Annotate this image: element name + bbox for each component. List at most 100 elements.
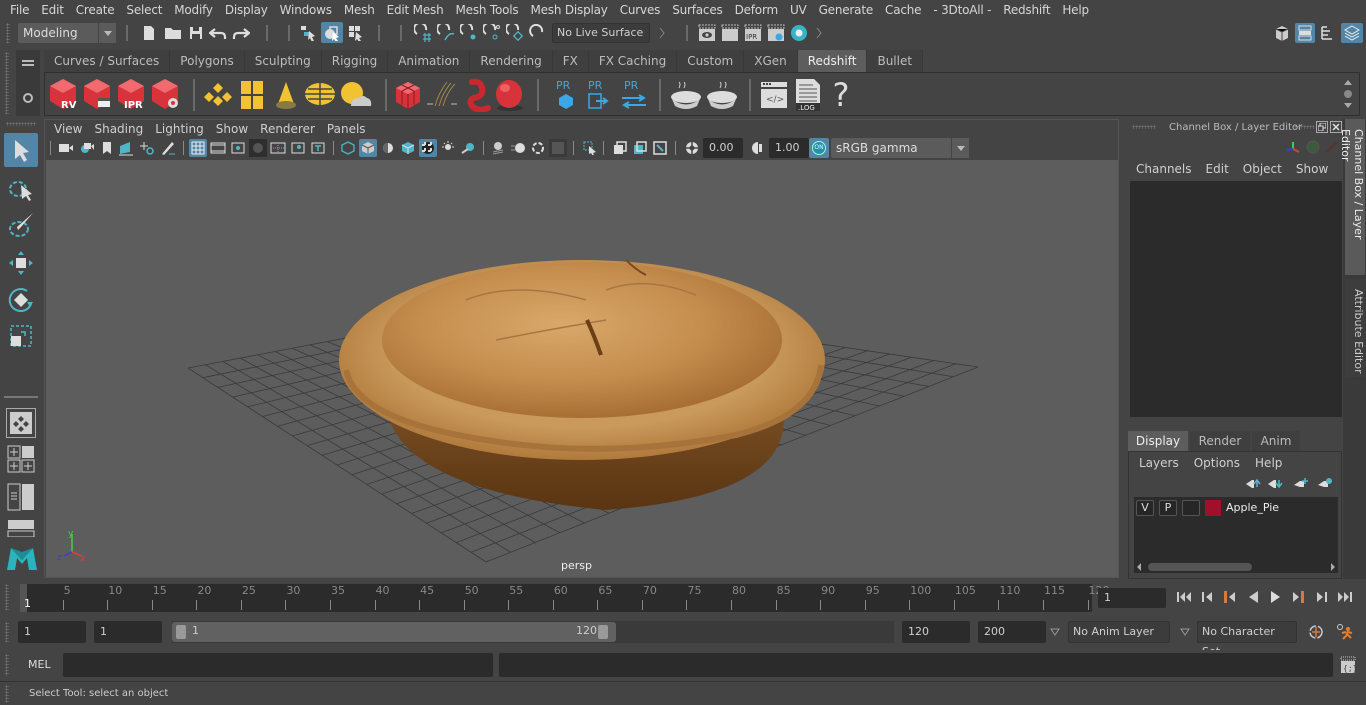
help-icon[interactable]: ? <box>829 77 853 113</box>
auto-key-icon[interactable] <box>1306 622 1326 642</box>
select-by-hierarchy-icon[interactable] <box>298 22 318 43</box>
color-management-toggle[interactable]: ON <box>809 138 829 158</box>
exposure-field[interactable]: 0.00 <box>703 138 743 158</box>
snap-to-view-plane-icon[interactable] <box>482 22 502 43</box>
layer-name[interactable]: Apple_Pie <box>1226 501 1279 514</box>
range-end-handle[interactable] <box>598 625 608 639</box>
cb-menu-show[interactable]: Show <box>1296 162 1328 176</box>
vp-menu-lighting[interactable]: Lighting <box>152 122 213 136</box>
float-panel-icon[interactable] <box>1316 121 1328 133</box>
scale-tool-icon[interactable] <box>4 319 38 353</box>
single-pane-layout-icon[interactable] <box>6 408 36 438</box>
move-layer-down-icon[interactable] <box>1266 475 1284 491</box>
bookmark-icon[interactable] <box>99 139 115 157</box>
hair-icon[interactable] <box>425 79 459 111</box>
menu-generate[interactable]: Generate <box>813 3 879 17</box>
shelf-tab-fx[interactable]: FX <box>552 50 589 72</box>
timeline-grip[interactable] <box>5 584 9 610</box>
menu-file[interactable]: File <box>4 3 35 17</box>
gate-mask-icon[interactable] <box>249 139 267 157</box>
shadows-icon[interactable] <box>459 139 477 157</box>
volume-grid-icon[interactable] <box>393 79 423 111</box>
undo-icon[interactable] <box>208 23 228 43</box>
layer-menu-options[interactable]: Options <box>1194 456 1240 470</box>
go-to-start-icon[interactable] <box>1174 587 1194 607</box>
vp-menu-renderer[interactable]: Renderer <box>257 122 324 136</box>
exposure-icon[interactable] <box>683 139 701 157</box>
shelf-tab-curves-surfaces[interactable]: Curves / Surfaces <box>44 50 171 72</box>
motion-blur-icon[interactable] <box>509 139 527 157</box>
smooth-shade-icon[interactable] <box>359 139 377 157</box>
layer-tab-render[interactable]: Render <box>1190 431 1250 451</box>
wireframe-icon[interactable] <box>339 139 357 157</box>
play-backwards-icon[interactable] <box>1243 587 1263 607</box>
time-slider-track[interactable]: 1 5 10 15 20 25 30 35 40 45 50 55 60 65 70 75 80 85 90 95 1… <box>20 584 1110 612</box>
menu-cache[interactable]: Cache <box>879 3 927 17</box>
menu-edit-mesh[interactable]: Edit Mesh <box>381 3 450 17</box>
new-empty-layer-icon[interactable] <box>1292 475 1310 491</box>
render-settings-icon[interactable] <box>766 22 786 43</box>
vp-menu-panels[interactable]: Panels <box>324 122 375 136</box>
redshift-render-view-icon[interactable]: RV <box>47 77 79 111</box>
xray-joints-icon[interactable] <box>651 139 669 157</box>
four-pane-layout-icon[interactable] <box>6 444 36 474</box>
make-live-icon[interactable] <box>505 22 525 43</box>
grid-toggle-icon[interactable] <box>189 139 207 157</box>
textured-icon[interactable] <box>419 139 437 157</box>
layer-tab-display[interactable]: Display <box>1128 431 1188 451</box>
expand-arrow-icon[interactable] <box>815 25 823 41</box>
menu-help[interactable]: Help <box>1056 3 1095 17</box>
script-editor-icon[interactable]: </> <box>759 79 789 111</box>
save-scene-icon[interactable] <box>186 23 206 43</box>
menu-display[interactable]: Display <box>219 3 274 17</box>
ipr-render-icon[interactable]: IPR <box>743 22 763 43</box>
rotate-tool-icon[interactable] <box>4 283 38 317</box>
script-language-toggle[interactable]: MEL <box>28 658 51 671</box>
apple-pie-model[interactable] <box>339 259 825 510</box>
layer-row[interactable]: V P Apple_Pie <box>1134 500 1338 518</box>
2d-pan-zoom-icon[interactable] <box>138 139 156 157</box>
render-view-icon[interactable] <box>697 22 717 43</box>
new-layer-from-selection-icon[interactable] <box>1316 475 1334 491</box>
shelf-menu-icon[interactable] <box>20 58 36 68</box>
sphere-proxy-icon[interactable] <box>493 77 527 113</box>
viewport-3d-scene[interactable]: y x z persp <box>46 160 1118 577</box>
menu-deform[interactable]: Deform <box>729 3 784 17</box>
step-forward-frame-icon[interactable] <box>1312 587 1332 607</box>
menu-mesh-tools[interactable]: Mesh Tools <box>449 3 524 17</box>
chevron-down-icon[interactable] <box>1178 625 1192 639</box>
step-back-key-icon[interactable] <box>1219 587 1239 607</box>
menu-redshift[interactable]: Redshift <box>997 3 1056 17</box>
live-surface-field[interactable]: No Live Surface <box>552 23 650 43</box>
paint-select-tool-icon[interactable] <box>4 208 38 242</box>
lasso-tool-icon[interactable] <box>4 173 38 207</box>
menu-mesh[interactable]: Mesh <box>338 3 381 17</box>
persp-graph-layout-icon[interactable] <box>6 518 36 538</box>
panel-grip[interactable] <box>1132 125 1156 129</box>
play-forwards-icon[interactable] <box>1266 587 1286 607</box>
ies-light-icon[interactable] <box>273 79 299 111</box>
step-forward-key-icon[interactable] <box>1289 587 1309 607</box>
animation-preferences-icon[interactable] <box>1334 622 1356 642</box>
proxy-worm-icon[interactable] <box>463 77 493 113</box>
go-to-end-icon[interactable] <box>1335 587 1355 607</box>
range-slider-bar-fill[interactable]: 1 120 <box>172 622 616 642</box>
side-tab-channel-box[interactable]: Channel Box / Layer Editor <box>1339 119 1365 275</box>
animation-start-field[interactable]: 1 <box>18 621 86 643</box>
open-scene-icon[interactable] <box>163 23 183 43</box>
expand-arrow-icon[interactable] <box>658 25 666 41</box>
playback-end-field[interactable]: 120 <box>902 621 970 643</box>
helpline-grip[interactable] <box>5 685 9 703</box>
bake-pie-icon[interactable] <box>669 79 703 111</box>
color-space-dropdown[interactable]: sRGB gamma <box>831 138 969 158</box>
manipulator-axis-icon[interactable] <box>1284 139 1302 157</box>
cmdline-grip[interactable] <box>5 654 9 676</box>
panel-grip[interactable] <box>1294 125 1314 129</box>
anim-layer-dropdown[interactable]: No Anim Layer <box>1068 621 1170 643</box>
script-editor-button-icon[interactable]: {;} <box>1338 654 1358 676</box>
shelf-tab-custom[interactable]: Custom <box>677 50 745 72</box>
image-plane-icon[interactable] <box>117 139 135 157</box>
shelf-tab-bullet[interactable]: Bullet <box>867 50 924 72</box>
field-chart-icon[interactable] <box>269 139 287 157</box>
speed-dial-icon[interactable] <box>1305 139 1321 155</box>
